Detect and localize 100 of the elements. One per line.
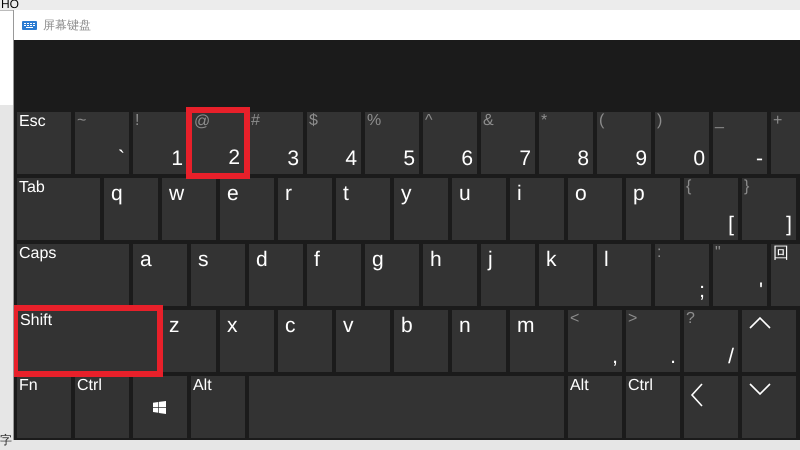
key[interactable]: u (452, 178, 506, 240)
shift-symbol: _ (715, 112, 724, 130)
shift-symbol: ~ (77, 112, 86, 130)
key[interactable]: c (278, 310, 332, 372)
key[interactable]: l (597, 244, 651, 306)
key-label: 2 (228, 146, 240, 170)
key[interactable]: q (104, 178, 158, 240)
key-label: 8 (577, 147, 589, 171)
key[interactable]: b (394, 310, 448, 372)
key-label: x (227, 314, 238, 338)
key[interactable]: i (510, 178, 564, 240)
key-label: a (140, 248, 152, 272)
key-label: 回 (773, 245, 789, 263)
key-label: j (488, 248, 493, 272)
key[interactable]: w (162, 178, 216, 240)
key[interactable]: n (452, 310, 506, 372)
key-label: Fn (19, 377, 38, 395)
key-label: w (169, 182, 184, 206)
key[interactable]: k (539, 244, 593, 306)
key[interactable]: r (278, 178, 332, 240)
key[interactable]: s (191, 244, 245, 306)
key[interactable]: { [ (684, 178, 738, 240)
background-text: 字 (0, 433, 12, 447)
key[interactable]: Ctrl (75, 376, 129, 438)
key[interactable]: e (220, 178, 274, 240)
key-label: g (372, 248, 384, 272)
shift-symbol: ? (686, 310, 695, 328)
key[interactable]: Caps (17, 244, 129, 306)
key[interactable]: Tab (17, 178, 100, 240)
shift-symbol: > (628, 310, 638, 328)
key-label: c (285, 314, 296, 338)
key-label: / (728, 345, 734, 369)
key[interactable]: Alt (191, 376, 245, 438)
key-label: 3 (287, 147, 299, 171)
key-label: k (546, 248, 556, 272)
key[interactable]: t (336, 178, 390, 240)
key[interactable] (133, 376, 187, 438)
key[interactable]: a (133, 244, 187, 306)
key[interactable]: f (307, 244, 361, 306)
key[interactable]: x (220, 310, 274, 372)
key[interactable]: d (249, 244, 303, 306)
shift-symbol: ! (135, 112, 140, 130)
key[interactable]: : ; (655, 244, 709, 306)
shift-symbol: { (686, 178, 692, 196)
key[interactable]: z (162, 310, 216, 372)
key-label: Ctrl (628, 377, 653, 395)
key[interactable]: h (423, 244, 477, 306)
key[interactable]: g (365, 244, 419, 306)
key-label: Ctrl (77, 377, 102, 395)
key[interactable]: Fn (17, 376, 71, 438)
key[interactable]: Shift (14, 305, 163, 377)
key-label: m (517, 314, 534, 338)
key-label: Caps (19, 245, 56, 263)
key-label: y (401, 182, 412, 206)
key[interactable]: v (336, 310, 390, 372)
key[interactable]: y (394, 178, 448, 240)
key[interactable]: Ctrl (626, 376, 680, 438)
shift-symbol: ^ (425, 112, 433, 130)
key-label: q (111, 182, 123, 206)
key-label: f (314, 248, 320, 272)
key-label: Esc (19, 113, 46, 131)
space-key[interactable] (249, 376, 564, 438)
shift-symbol: " (715, 244, 721, 262)
key[interactable]: Alt (568, 376, 622, 438)
shift-symbol: * (541, 112, 548, 130)
key-label: d (256, 248, 268, 272)
shift-symbol: } (744, 178, 750, 196)
key[interactable]: m (510, 310, 564, 372)
key[interactable]: _ - (713, 112, 767, 174)
key[interactable]: p (626, 178, 680, 240)
key[interactable]: } ] (742, 178, 796, 240)
key-label: Alt (570, 377, 589, 395)
down-chevron-icon (748, 382, 772, 396)
key-label: n (459, 314, 471, 338)
up-chevron-icon (748, 316, 772, 330)
key[interactable]: < , (568, 310, 622, 372)
shift-symbol: ( (599, 112, 604, 130)
shift-symbol: @ (194, 113, 210, 131)
key[interactable]: > . (626, 310, 680, 372)
key-label: r (285, 182, 292, 206)
key-label: , (612, 345, 618, 369)
key-label: 1 (171, 147, 183, 171)
key[interactable]: o (568, 178, 622, 240)
key[interactable]: + (771, 112, 800, 174)
key-label: [ (728, 213, 734, 237)
key[interactable]: Esc (17, 112, 71, 174)
key-label: ; (699, 279, 705, 303)
windows-logo-icon (153, 401, 166, 414)
key[interactable]: ? / (684, 310, 738, 372)
key-label: v (343, 314, 354, 338)
key[interactable]: " ' (713, 244, 767, 306)
shift-symbol: < (570, 310, 580, 328)
shift-symbol: $ (309, 112, 318, 130)
key-label: - (756, 147, 763, 171)
shift-symbol: # (251, 112, 260, 130)
key-label: . (670, 345, 676, 369)
key-label: 9 (635, 147, 647, 171)
key-label: Shift (20, 312, 52, 330)
key[interactable]: 回 (771, 244, 800, 306)
key[interactable]: j (481, 244, 535, 306)
